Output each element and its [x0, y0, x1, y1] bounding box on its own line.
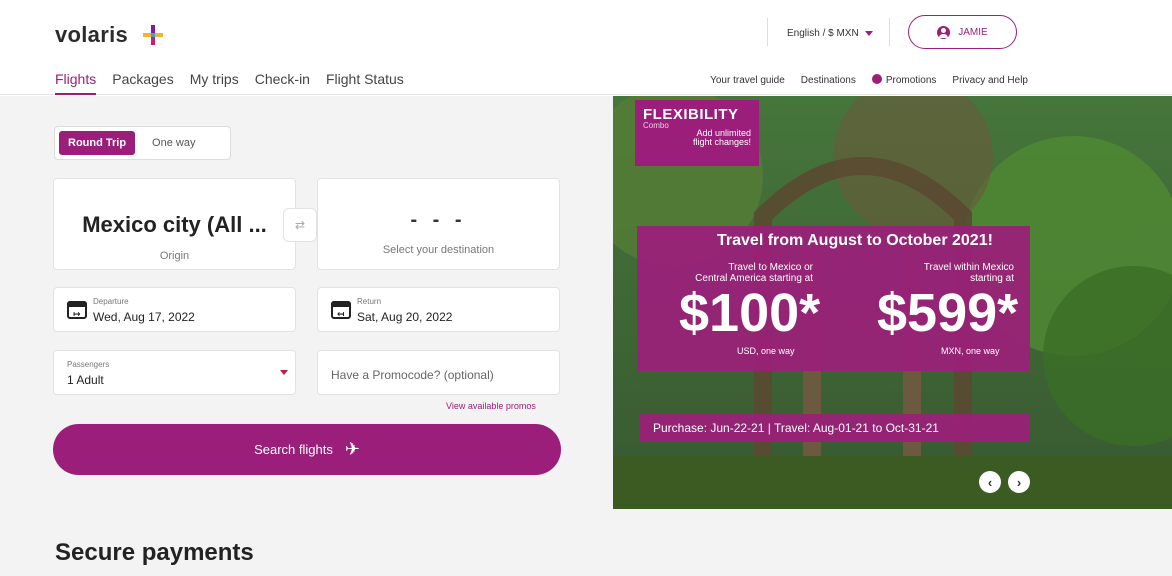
link-promotions[interactable]: Promotions — [871, 74, 936, 86]
divider — [767, 18, 768, 46]
divider — [889, 18, 890, 46]
secure-payments-section: Secure payments — [0, 509, 1172, 576]
passengers-select[interactable]: Passengers 1 Adult — [53, 350, 296, 395]
promo-headline: Travel from August to October 2021! — [717, 232, 993, 249]
destination-label: Select your destination — [382, 244, 495, 256]
price-mxn: $599* — [877, 283, 1019, 343]
search-flights-button[interactable]: Search flights ✈ — [53, 424, 561, 475]
return-date-field[interactable]: ↤ Return Sat, Aug 20, 2022 — [317, 287, 560, 332]
origin-label: Origin — [159, 250, 190, 262]
swap-arrows-icon[interactable]: ⇄ — [283, 208, 317, 242]
link-travel-guide[interactable]: Your travel guide — [710, 75, 785, 86]
promo-offer-box: Travel from August to October 2021! Trav… — [637, 226, 1030, 371]
section-title: Secure payments — [55, 539, 254, 566]
booking-panel: Round Trip One way Mexico city (All ... … — [0, 96, 613, 509]
round-trip-option[interactable]: Round Trip — [59, 131, 136, 155]
carousel-prev-icon[interactable]: ‹ — [979, 471, 1001, 493]
airplane-icon: ✈ — [344, 439, 360, 459]
tab-packages[interactable]: Packages — [112, 71, 173, 95]
info-icon — [871, 74, 882, 84]
carousel-next-icon[interactable]: › — [1008, 471, 1030, 493]
origin-value: Mexico city (All ... — [82, 212, 267, 237]
user-account-button[interactable]: JAMIE — [908, 15, 1017, 49]
tab-flights[interactable]: Flights — [55, 71, 97, 95]
view-promos-link[interactable]: View available promos — [446, 401, 536, 411]
chevron-down-icon — [865, 30, 874, 36]
tab-check-in[interactable]: Check-in — [255, 71, 310, 95]
flexibility-badge: FLEXIBILITY Combo Add unlimited flight c… — [635, 100, 759, 166]
tab-flight-status[interactable]: Flight Status — [326, 71, 404, 95]
trip-type-toggle: Round Trip One way — [54, 126, 231, 160]
promo-banner[interactable]: FLEXIBILITY Combo Add unlimited flight c… — [613, 96, 1172, 509]
purchase-travel-dates: Purchase: Jun-22-21 | Travel: Aug-01-21 … — [639, 414, 1030, 442]
link-destinations[interactable]: Destinations — [801, 75, 856, 86]
logo-plus-icon — [143, 25, 163, 45]
link-privacy-help[interactable]: Privacy and Help — [952, 75, 1028, 86]
one-way-option[interactable]: One way — [143, 131, 204, 155]
origin-field[interactable]: Mexico city (All ... Origin — [53, 178, 296, 270]
tab-my-trips[interactable]: My trips — [190, 71, 239, 95]
header: volaris English / $ MXN JAMIE Flights Pa… — [0, 0, 1172, 95]
departure-date-field[interactable]: ↦ Departure Wed, Aug 17, 2022 — [53, 287, 296, 332]
main-nav: Flights Packages My trips Check-in Fligh… — [55, 71, 404, 95]
language-currency-select[interactable]: English / $ MXN — [787, 28, 874, 39]
secondary-nav: Your travel guide Destinations Promotion… — [710, 74, 1028, 86]
price-usd: $100* — [679, 283, 821, 343]
user-icon — [937, 25, 951, 39]
chevron-down-icon — [280, 370, 288, 375]
destination-value: - - - — [410, 209, 467, 231]
calendar-icon: ↦ — [67, 301, 87, 319]
calendar-icon: ↤ — [331, 301, 351, 319]
brand-logo[interactable]: volaris — [55, 22, 128, 48]
destination-field[interactable]: - - - Select your destination — [317, 178, 560, 270]
promocode-input[interactable]: Have a Promocode? (optional) — [317, 350, 560, 395]
